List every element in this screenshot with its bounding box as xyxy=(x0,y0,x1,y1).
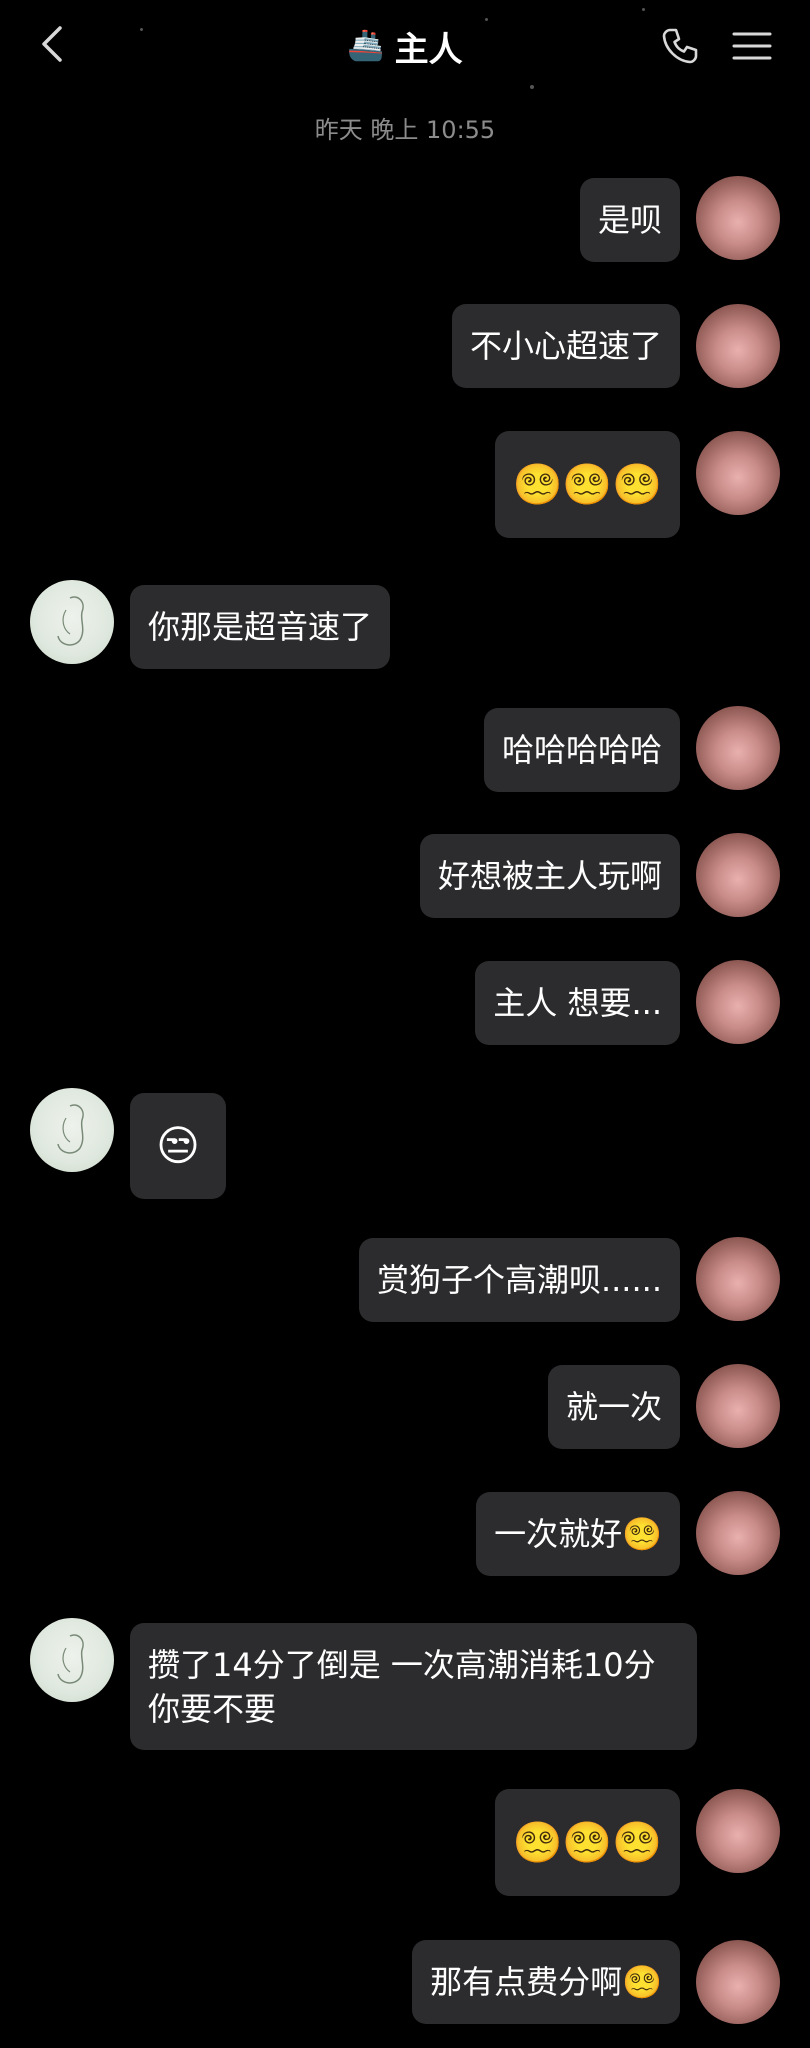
contact-avatar[interactable] xyxy=(30,580,114,664)
my-avatar[interactable] xyxy=(696,431,780,515)
message-bubble-sent[interactable]: 不小心超速了 xyxy=(451,304,680,388)
my-avatar[interactable] xyxy=(696,176,780,260)
message-bubble-sent[interactable]: 是呗 xyxy=(579,178,680,262)
contact-avatar[interactable] xyxy=(30,1088,114,1172)
sketch-figure-icon xyxy=(57,596,84,646)
call-button[interactable] xyxy=(658,24,702,68)
message-bubble-sent[interactable]: 那有点费分啊😵‍💫 xyxy=(412,1940,680,2024)
chat-header: 🚢 主人 xyxy=(0,0,810,95)
my-avatar[interactable] xyxy=(696,706,780,790)
my-avatar[interactable] xyxy=(696,304,780,388)
chat-timestamp: 昨天 晚上 10:55 xyxy=(314,116,496,144)
my-avatar[interactable] xyxy=(696,1237,780,1321)
message-bubble-received[interactable]: 😒 xyxy=(130,1093,226,1199)
contact-name: 主人 xyxy=(394,29,463,70)
message-bubble-received[interactable]: 攒了14分了倒是 一次高潮消耗10分 你要不要 xyxy=(130,1623,697,1750)
message-bubble-sent[interactable]: 主人 想要... xyxy=(475,961,680,1045)
my-avatar[interactable] xyxy=(696,1789,780,1873)
menu-button[interactable] xyxy=(730,24,774,68)
my-avatar[interactable] xyxy=(696,1364,780,1448)
message-bubble-sent[interactable]: 赏狗子个高潮呗...... xyxy=(358,1238,680,1322)
message-bubble-sent[interactable]: 就一次 xyxy=(547,1365,680,1449)
message-bubble-received[interactable]: 你那是超音速了 xyxy=(130,585,391,669)
sketch-figure-icon xyxy=(57,1104,84,1154)
contact-avatar[interactable] xyxy=(30,1618,114,1702)
message-bubble-sent[interactable]: 一次就好😵‍💫 xyxy=(476,1492,680,1576)
phone-icon xyxy=(662,28,698,64)
message-bubble-sent[interactable]: 😵‍💫😵‍💫😵‍💫 xyxy=(494,431,680,538)
ship-icon: 🚢 xyxy=(347,28,385,63)
my-avatar[interactable] xyxy=(696,1491,780,1575)
my-avatar[interactable] xyxy=(696,833,780,917)
message-bubble-sent[interactable]: 😵‍💫😵‍💫😵‍💫 xyxy=(494,1789,680,1896)
my-avatar[interactable] xyxy=(696,1940,780,2024)
message-bubble-sent[interactable]: 哈哈哈哈哈 xyxy=(483,708,680,792)
my-avatar[interactable] xyxy=(696,960,780,1044)
message-bubble-sent[interactable]: 好想被主人玩啊 xyxy=(419,834,680,918)
menu-icon xyxy=(732,32,772,60)
sketch-figure-icon xyxy=(57,1634,84,1684)
